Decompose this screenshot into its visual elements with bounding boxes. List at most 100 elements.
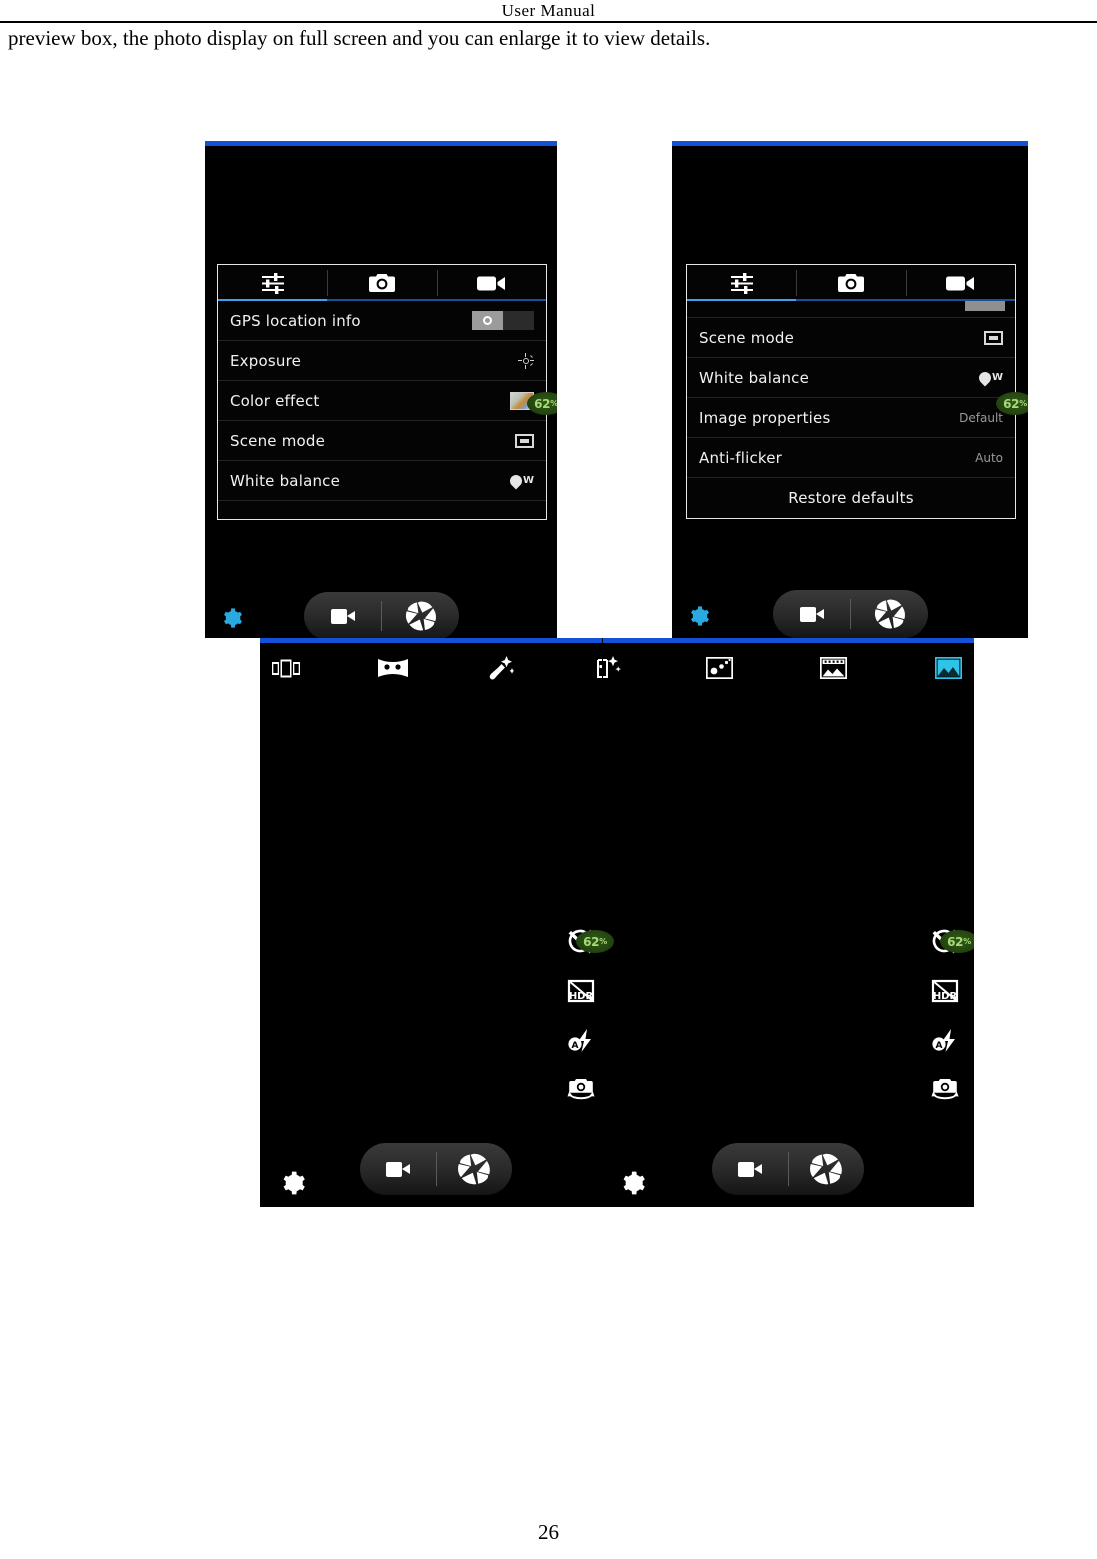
tab-general-settings[interactable]: [218, 265, 327, 301]
switch-camera-button[interactable]: [930, 1076, 960, 1102]
settings-row-restore-defaults[interactable]: Restore defaults: [687, 478, 1015, 518]
capture-control-bar: [304, 592, 459, 638]
camera-icon: [368, 274, 395, 292]
battery-percent-value: 62: [534, 396, 551, 411]
right-panel-battery-badge: 62%: [940, 930, 974, 953]
sliders-icon: [261, 272, 284, 294]
shutter-aperture-icon: [874, 599, 905, 629]
camera-settings-gear-button[interactable]: [688, 605, 710, 631]
settings-row-white-balance[interactable]: White balance W: [218, 461, 546, 501]
gps-location-toggle[interactable]: [472, 311, 534, 330]
video-record-button[interactable]: [712, 1161, 788, 1177]
flash-auto-icon: A: [932, 1029, 955, 1052]
white-balance-icon: W: [507, 472, 534, 489]
video-record-button[interactable]: [360, 1161, 436, 1177]
flash-mode-button[interactable]: A: [930, 1028, 960, 1054]
battery-percent-value: 62: [947, 934, 964, 949]
tab-camera-settings[interactable]: [327, 265, 436, 301]
panorama-icon: [378, 659, 408, 677]
page-body-text: preview box, the photo display on full s…: [8, 26, 711, 50]
settings-row-scene-mode[interactable]: Scene mode: [687, 318, 1015, 358]
shutter-aperture-icon: [458, 1153, 491, 1185]
gear-icon: [224, 608, 242, 628]
mode-normal-photo-icon[interactable]: [933, 655, 963, 681]
left-panel-control-rail: HDR A: [566, 928, 600, 1103]
screenshot-camera-settings-general-top: GPS location info Exposure Color effect: [205, 141, 557, 638]
settings-row-color-effect[interactable]: Color effect: [218, 381, 546, 421]
normal-photo-icon: [934, 657, 962, 679]
settings-rows: GPS location info Exposure Color effect: [218, 301, 546, 519]
settings-row-scene-mode[interactable]: Scene mode: [218, 421, 546, 461]
tab-video-settings[interactable]: [436, 265, 546, 301]
settings-row-exposure[interactable]: Exposure: [218, 341, 546, 381]
tab-general-settings[interactable]: [687, 265, 796, 301]
hdr-toggle-button[interactable]: HDR: [566, 978, 596, 1004]
video-camera-icon: [330, 608, 355, 624]
document-header-title: User Manual: [501, 1, 596, 20]
settings-row-label: Anti-flicker: [699, 448, 783, 467]
mode-face-beauty-icon[interactable]: [486, 655, 516, 681]
toggle-knob: [472, 311, 503, 330]
capture-control-bar: [773, 590, 928, 638]
settings-rows-bottom-spacer: [218, 501, 546, 519]
video-camera-icon: [385, 1161, 410, 1177]
multi-angle-view-icon: [272, 659, 300, 677]
settings-row-gps-location-info[interactable]: GPS location info: [218, 301, 546, 341]
header-divider-rule: [0, 21, 1097, 23]
sliders-icon: [730, 272, 753, 294]
settings-row-partial-scrolled: [687, 301, 1015, 318]
camera-settings-gear-button[interactable]: [221, 607, 243, 633]
screenshot-camera-settings-general-scrolled: Scene mode White balance W Image propert…: [672, 141, 1028, 638]
video-record-button[interactable]: [304, 608, 381, 624]
multi-angle-shot-icon: [819, 657, 847, 679]
settings-row-label: Scene mode: [699, 328, 795, 347]
camera-icon: [837, 274, 864, 292]
settings-row-value: Auto: [975, 450, 1003, 465]
settings-row-white-balance[interactable]: White balance W: [687, 358, 1015, 398]
shutter-aperture-icon: [810, 1153, 843, 1185]
right-panel-control-rail: HDR A: [930, 928, 964, 1103]
face-beauty-icon: [489, 656, 514, 680]
shutter-aperture-icon: [405, 601, 436, 631]
tab-video-settings[interactable]: [905, 265, 1015, 301]
switch-camera-button[interactable]: [566, 1076, 596, 1102]
switch-camera-icon: [931, 1079, 959, 1100]
photo-shutter-button[interactable]: [851, 597, 928, 631]
partial-row-control-ghost: [965, 301, 1005, 311]
settings-row-label: Exposure: [230, 351, 302, 370]
video-camera-icon: [737, 1161, 762, 1177]
settings-tab-bar: [218, 265, 546, 301]
photo-shutter-button[interactable]: [382, 599, 459, 633]
mode-panorama-icon[interactable]: [378, 655, 408, 681]
mode-live-photo-icon[interactable]: [593, 655, 623, 681]
hdr-off-icon: HDR: [931, 979, 959, 1003]
mode-multi-angle-shot-icon[interactable]: [818, 655, 848, 681]
photo-shutter-button[interactable]: [437, 1151, 513, 1187]
battery-percent-sign: %: [550, 399, 557, 408]
video-record-button[interactable]: [773, 606, 850, 622]
status-bar: [672, 141, 1028, 146]
motion-track-icon: [705, 657, 733, 679]
settings-row-anti-flicker[interactable]: Anti-flicker Auto: [687, 438, 1015, 478]
restore-defaults-label: Restore defaults: [788, 489, 914, 507]
settings-row-label: Color effect: [230, 391, 320, 410]
battery-percent-value: 62: [1003, 396, 1020, 411]
battery-badge: 62%: [996, 392, 1028, 415]
settings-row-image-properties[interactable]: Image properties Default: [687, 398, 1015, 438]
video-camera-icon: [477, 276, 506, 290]
svg-text:HDR: HDR: [933, 991, 958, 1002]
page-number: 26: [538, 1520, 559, 1544]
svg-text:A: A: [936, 1041, 943, 1051]
right-panel-settings-gear-button[interactable]: [620, 1170, 646, 1200]
mode-multi-angle-view-icon[interactable]: [271, 655, 301, 681]
left-panel-settings-gear-button[interactable]: [280, 1170, 306, 1200]
white-balance-icon: W: [976, 369, 1003, 386]
tab-camera-settings[interactable]: [796, 265, 905, 301]
svg-text:HDR: HDR: [569, 991, 594, 1002]
hdr-toggle-button[interactable]: HDR: [930, 978, 960, 1004]
document-header: User Manual: [0, 0, 1097, 22]
flash-mode-button[interactable]: A: [566, 1028, 596, 1054]
battery-percent-sign: %: [599, 937, 607, 946]
photo-shutter-button[interactable]: [789, 1151, 865, 1187]
mode-motion-track-icon[interactable]: [704, 655, 734, 681]
